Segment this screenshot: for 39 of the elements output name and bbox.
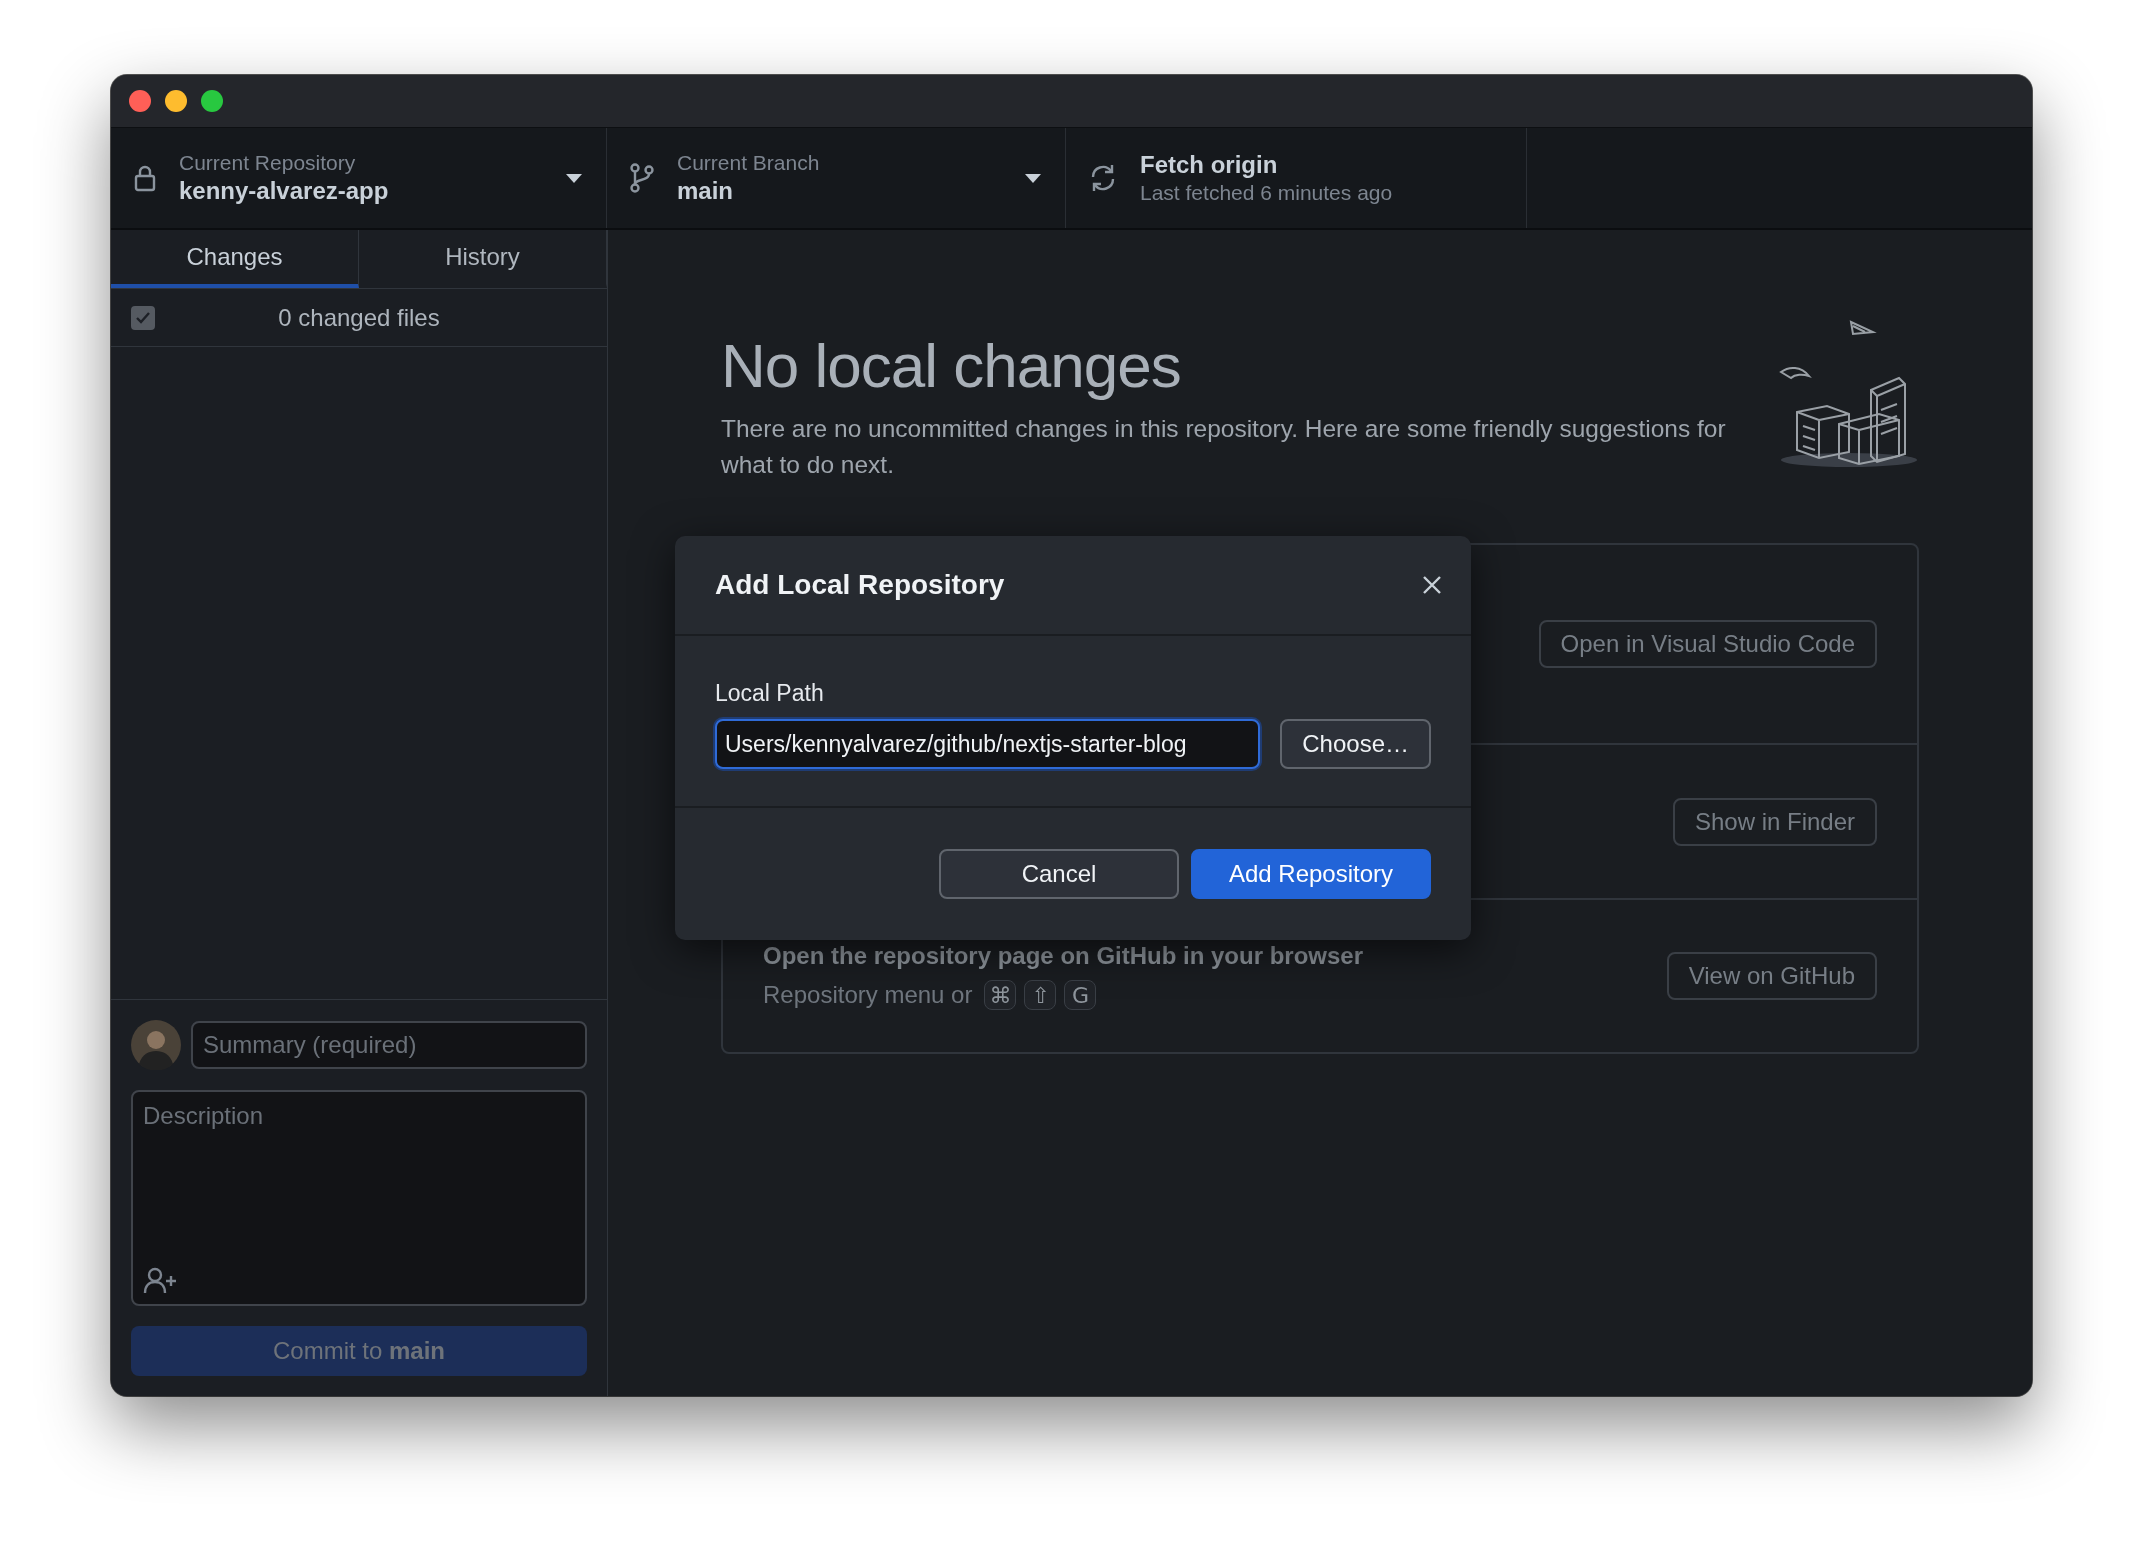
- dialog-title: Add Local Repository: [715, 569, 1005, 601]
- close-icon[interactable]: [1421, 574, 1443, 596]
- dialog-button[interactable]: Cancel: [939, 849, 1179, 899]
- branch-icon: [629, 162, 655, 194]
- repository-selector[interactable]: Current Repository kenny-alvarez-app: [111, 128, 607, 228]
- suggestion-title: Open the repository page on GitHub in your browser: [763, 942, 1364, 970]
- add-person-icon[interactable]: [143, 1266, 179, 1294]
- minimize-window-button[interactable]: [165, 90, 187, 112]
- page-description: There are no uncommitted changes in this repository. Here are some friendly suggestions for what to do next.: [721, 414, 1727, 480]
- suggestion-button[interactable]: Show in Finder: [1672, 797, 1877, 846]
- fetch-button[interactable]: Fetch origin Last fetched 6 minutes ago: [1066, 128, 1527, 228]
- zoom-window-button[interactable]: [201, 90, 223, 112]
- repository-name: kenny-alvarez-app: [179, 177, 390, 205]
- select-all-checkbox[interactable]: [131, 305, 155, 330]
- suggestion-button[interactable]: View on GitHub: [1666, 952, 1877, 1000]
- keyboard-key: ⇧: [1024, 980, 1057, 1010]
- caret-icon: [1025, 173, 1041, 183]
- tab[interactable]: History: [359, 230, 607, 288]
- branch-selector[interactable]: Current Branch main: [607, 128, 1066, 228]
- fetch-title: Fetch origin: [1140, 151, 1279, 179]
- tab[interactable]: Changes: [111, 230, 359, 288]
- avatar: [131, 1020, 181, 1070]
- field-label: Local Path: [715, 680, 825, 707]
- dialog-button[interactable]: Add Repository: [1191, 849, 1431, 899]
- suggestion-hint: Repository menu or: [763, 981, 973, 1009]
- lock-icon: [133, 164, 157, 192]
- path-field[interactable]: Users/kennyalvarez/github/nextjs-starter-blog: [715, 719, 1261, 769]
- changed-files-count: 0 changed files: [277, 303, 441, 332]
- choose-button[interactable]: Choose…: [1280, 719, 1431, 769]
- keyboard-key: G: [1064, 980, 1097, 1010]
- suggestion-button[interactable]: Open in Visual Studio Code: [1538, 620, 1877, 668]
- last-fetched-text: Last fetched 6 minutes ago: [1140, 181, 1394, 205]
- branch-name: main: [677, 177, 734, 205]
- page-heading: No local changes: [721, 330, 1182, 401]
- close-window-button[interactable]: [129, 90, 151, 112]
- caret-icon: [566, 173, 582, 183]
- branch-label: Current Branch: [677, 151, 821, 175]
- repository-label: Current Repository: [179, 151, 357, 175]
- keyboard-key: ⌘: [984, 980, 1017, 1010]
